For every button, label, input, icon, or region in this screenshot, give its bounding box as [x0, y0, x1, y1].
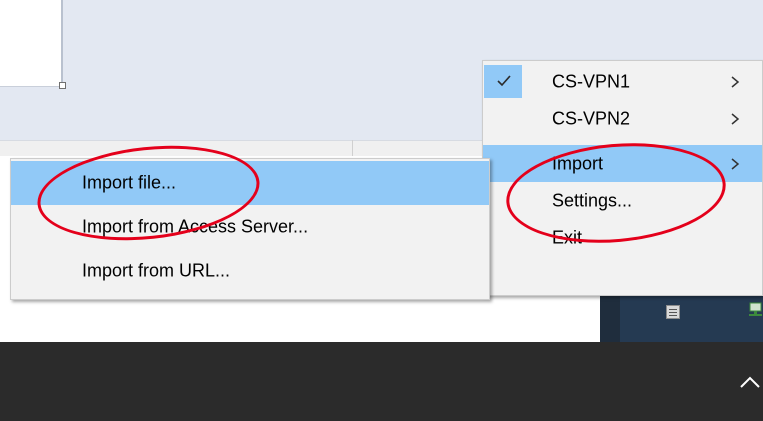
menu-item-label: Import file... [82, 172, 177, 193]
resize-handle[interactable] [59, 82, 66, 89]
menu-item-label: CS-VPN1 [552, 71, 631, 91]
menu-item-label: Import [552, 153, 604, 173]
background-strip-separator [352, 140, 353, 156]
menu-item-import[interactable]: Import [483, 145, 762, 182]
check-indicator [484, 65, 522, 98]
menu-separator [483, 137, 762, 145]
chevron-right-icon [731, 75, 740, 88]
network-icon[interactable] [748, 302, 763, 320]
background-canvas [0, 0, 63, 87]
system-tray-panel [620, 290, 763, 345]
menu-item-cs-vpn1[interactable]: CS-VPN1 [483, 63, 762, 100]
menu-item-label: CS-VPN2 [552, 108, 631, 128]
tray-context-menu: CS-VPN1 CS-VPN2 Import Settings... Exit [482, 60, 763, 296]
chevron-right-icon [731, 157, 740, 170]
menu-item-import-file[interactable]: Import file... [11, 161, 489, 205]
taskbar [0, 342, 763, 421]
tray-app-icon[interactable] [666, 305, 680, 319]
menu-item-label: Import from Access Server... [82, 216, 309, 237]
menu-item-label: Exit [552, 227, 583, 247]
import-submenu: Import file... Import from Access Server… [10, 158, 490, 300]
menu-item-label: Import from URL... [82, 260, 231, 281]
chevron-right-icon [731, 112, 740, 125]
menu-item-import-url[interactable]: Import from URL... [11, 249, 489, 293]
check-icon [497, 75, 511, 87]
chevron-up-icon[interactable] [738, 374, 762, 390]
menu-item-settings[interactable]: Settings... [483, 182, 762, 219]
menu-item-cs-vpn2[interactable]: CS-VPN2 [483, 100, 762, 137]
menu-item-exit[interactable]: Exit [483, 219, 762, 256]
menu-item-label: Settings... [552, 190, 633, 210]
menu-item-import-access-server[interactable]: Import from Access Server... [11, 205, 489, 249]
